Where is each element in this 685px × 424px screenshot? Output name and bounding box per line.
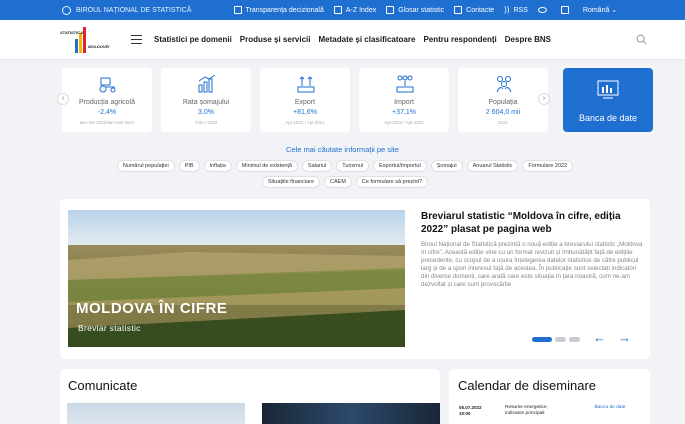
nav-item-products[interactable]: Produse și servicii — [240, 35, 311, 44]
top-link-transparency[interactable]: Transparența decizională — [233, 6, 324, 14]
indicator-value: +37,1% — [392, 109, 416, 116]
rss-icon: )) — [504, 5, 510, 14]
accessibility-button[interactable] — [537, 7, 551, 13]
communicate-thumbnail[interactable] — [262, 403, 440, 424]
calendar-data-link[interactable]: Banca de date — [592, 405, 628, 411]
import-icon — [396, 75, 414, 93]
chip-subsistence-minimum[interactable]: Minimul de existență — [235, 160, 298, 172]
data-bank-button[interactable]: Banca de date — [563, 68, 653, 132]
indicator-name: Export — [294, 99, 316, 106]
feature-image[interactable]: MOLDOVA ÎN CIFRE Breviar statistic — [68, 210, 405, 347]
sitemap-button[interactable] — [560, 6, 573, 14]
top-link-az-index[interactable]: A-Z Index — [333, 6, 376, 14]
calendar-date: 05.07.2022 10:00 — [459, 405, 482, 416]
slider-next-arrow-icon[interactable]: → — [618, 330, 631, 345]
feature-headline[interactable]: Breviarul statistic “Moldova în cifre, e… — [421, 210, 643, 236]
export-icon — [297, 76, 315, 93]
slider-dots — [532, 337, 583, 342]
sitemap-icon — [560, 6, 569, 14]
indicator-card-import[interactable]: Import +37,1% Apr.2022 / Apr.2021 — [359, 68, 449, 132]
feature-image-title: MOLDOVA ÎN CIFRE — [76, 300, 228, 317]
indicator-carousel: Producția agricolă -2,4% Ian-mar 2022/Ia… — [62, 68, 653, 132]
communicate-thumbnail[interactable] — [67, 403, 245, 424]
news-slider: MOLDOVA ÎN CIFRE Breviar statistic Brevi… — [60, 199, 650, 359]
top-link-rss[interactable]: )) RSS — [504, 6, 528, 14]
indicator-card-population[interactable]: Populația 2 604,0 mii 2021 — [458, 68, 548, 132]
logo-text-top: STATISTICA — [60, 29, 83, 35]
top-bar: BIROUL NAȚIONAL DE STATISTICĂ Transparen… — [0, 0, 685, 20]
top-link-glossary[interactable]: Glosar statistic — [386, 6, 444, 14]
eye-icon — [537, 7, 547, 13]
search-icon[interactable] — [636, 34, 647, 45]
indicator-period: Apr.2022 / Apr.2021 — [285, 120, 325, 125]
top-brand-label: BIROUL NAȚIONAL DE STATISTICĂ — [76, 6, 192, 14]
chip-financial-statements[interactable]: Situațiile financiare — [261, 176, 321, 188]
calendar-description[interactable]: Resurse energetice, indicatori principal… — [505, 405, 565, 416]
top-link-contacts[interactable]: Contacte — [454, 6, 494, 14]
indicator-value: -2,4% — [97, 109, 117, 116]
menu-icon[interactable] — [131, 34, 142, 46]
chip-export-import[interactable]: Exportul/Importul — [373, 160, 427, 172]
top-brand[interactable]: BIROUL NAȚIONAL DE STATISTICĂ — [62, 5, 192, 15]
emblem-icon — [62, 5, 71, 15]
slider-dot-active[interactable] — [532, 337, 552, 342]
top-links: Transparența decizională A-Z Index Glosa… — [233, 6, 628, 14]
indicator-value: 2 604,0 mii — [485, 109, 521, 116]
logo-text-bottom: MOLDOVEI — [88, 43, 110, 49]
unemployment-chart-icon — [198, 74, 216, 93]
carousel-next-button[interactable]: › — [538, 93, 550, 105]
nav-item-statistics[interactable]: Statistici pe domenii — [154, 35, 232, 44]
indicator-name: Rata șomajului — [182, 99, 230, 106]
communicates-title: Comunicate — [68, 378, 138, 393]
contact-card-icon — [454, 6, 463, 14]
indicator-period: Trim.I 2022 — [194, 120, 218, 125]
slider-prev-arrow-icon[interactable]: ← — [593, 330, 606, 345]
chip-gdp[interactable]: PIB — [178, 160, 200, 172]
chip-which-forms[interactable]: Ce formulare să prezint? — [355, 176, 429, 188]
site-logo[interactable]: STATISTICA MOLDOVEI — [60, 25, 120, 55]
nav-item-metadata[interactable]: Metadate și clasificatoare — [319, 35, 416, 44]
feature-body: Biroul Național de Statistică prezintă o… — [421, 241, 643, 288]
indicator-period: Ian-mar 2022/Ian-mar 2021 — [79, 120, 135, 125]
nav-item-respondents[interactable]: Pentru respondenți — [423, 35, 496, 44]
population-icon — [496, 76, 512, 93]
indicator-card-agriculture[interactable]: Producția agricolă -2,4% Ian-mar 2022/Ia… — [62, 68, 152, 132]
chip-yearbook[interactable]: Anuarul Statistic — [466, 160, 519, 172]
nav-item-about[interactable]: Despre BNS — [505, 35, 551, 44]
slider-dot[interactable] — [555, 337, 566, 342]
indicator-name: Populația — [488, 99, 518, 106]
carousel-prev-button[interactable]: ‹ — [57, 93, 69, 105]
chip-salary[interactable]: Salariul — [301, 160, 333, 172]
language-select[interactable]: Română ⌄ — [583, 6, 617, 14]
slider-dot[interactable] — [569, 337, 580, 342]
popular-searches-title: Cele mai căutate informații pe site — [286, 145, 399, 154]
chip-tourism[interactable]: Turismul — [336, 160, 370, 172]
indicator-value: 3,0% — [198, 109, 214, 116]
chip-caem[interactable]: CAEM — [324, 176, 352, 188]
indicator-name: Import — [394, 99, 414, 106]
indicator-period: 2021 — [497, 120, 508, 125]
tractor-icon — [99, 77, 116, 93]
communicates-section: Comunicate — [60, 369, 440, 424]
feature-image-subtitle: Breviar statistic — [78, 323, 141, 333]
az-index-icon — [333, 6, 342, 14]
data-bank-icon — [597, 80, 619, 99]
chip-population[interactable]: Numărul populației — [116, 160, 175, 172]
main-header: STATISTICA MOLDOVEI Statistici pe domeni… — [0, 20, 685, 60]
chip-unemployment[interactable]: Șomajul — [430, 160, 463, 172]
main-nav: Statistici pe domenii Produse și servici… — [154, 35, 559, 44]
indicator-card-unemployment[interactable]: Rata șomajului 3,0% Trim.I 2022 — [161, 68, 251, 132]
indicator-card-export[interactable]: Export +81,6% Apr.2022 / Apr.2021 — [260, 68, 350, 132]
glossary-icon — [386, 6, 395, 14]
indicator-value: +81,6% — [293, 109, 317, 116]
indicator-period: Apr.2022 / Apr.2021 — [384, 120, 424, 125]
chip-inflation[interactable]: Inflația — [203, 160, 232, 172]
dissemination-calendar: Calendar de diseminare 05.07.2022 10:00 R… — [449, 369, 650, 424]
calendar-title: Calendar de diseminare — [458, 378, 597, 393]
document-icon — [233, 6, 242, 14]
data-bank-label: Banca de date — [578, 113, 638, 123]
indicator-name: Producția agricolă — [78, 99, 136, 106]
chip-forms-2022[interactable]: Formulare 2022 — [522, 160, 574, 172]
popular-searches: Numărul populației PIB Inflația Minimul … — [100, 158, 590, 190]
